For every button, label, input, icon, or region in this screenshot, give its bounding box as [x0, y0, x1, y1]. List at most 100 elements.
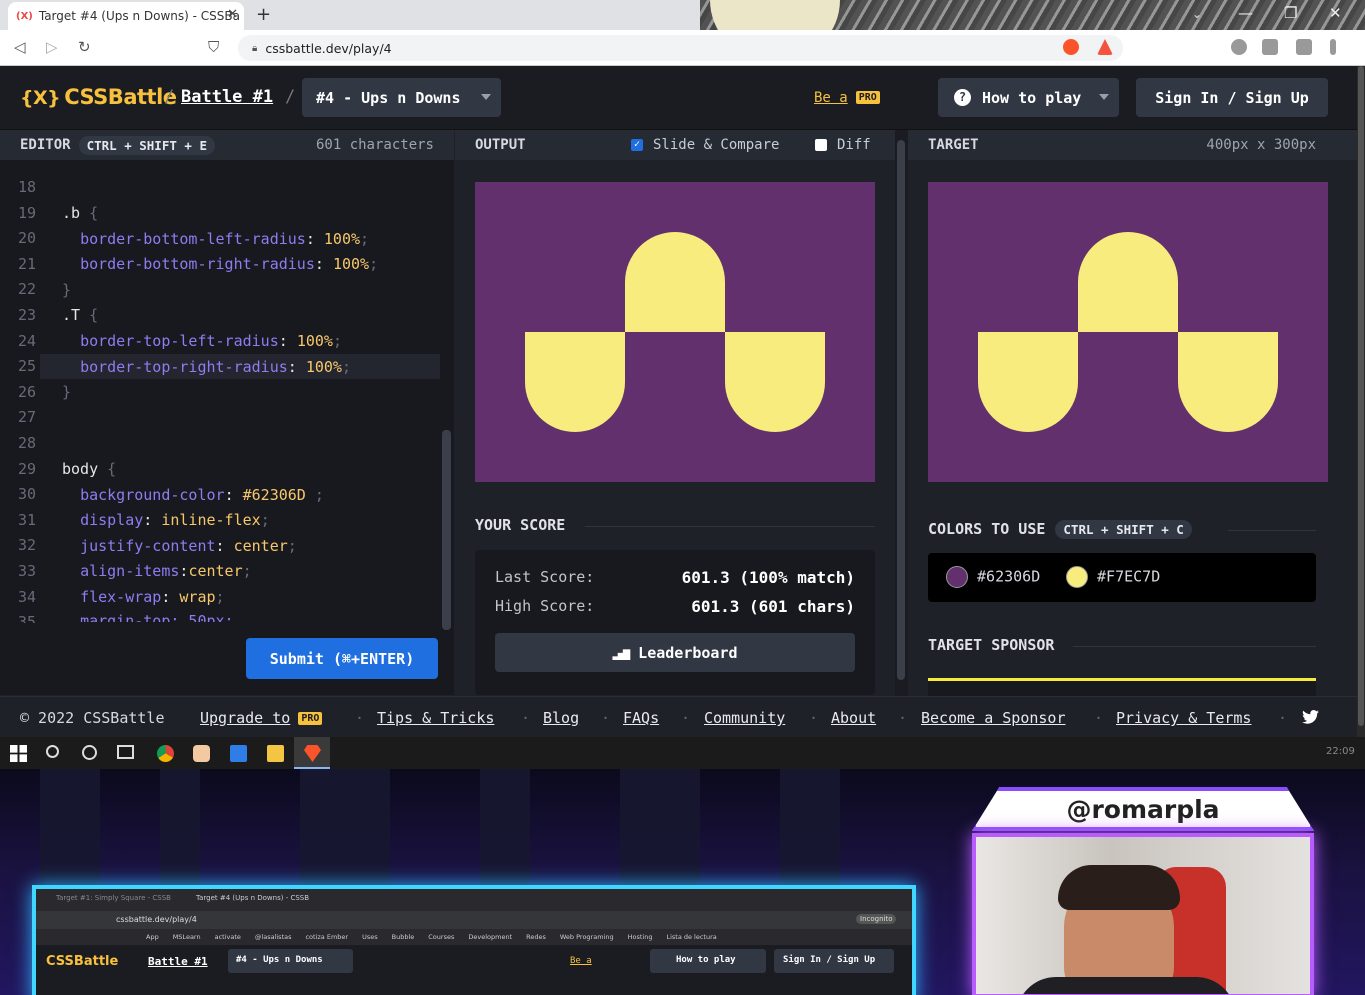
target-select-label: #4 - Ups n Downs: [316, 88, 461, 107]
leaderboard-button[interactable]: ▂▄▆ Leaderboard: [495, 633, 855, 672]
tab-search-icon[interactable]: ⌄: [1192, 7, 1202, 21]
footer-link-about[interactable]: About: [831, 709, 876, 727]
url-field[interactable]: 🔒︎ cssbattle.dev/play/4: [238, 35, 1123, 61]
target-image: [928, 182, 1328, 482]
top-navigation: {X} CSSBattle / Battle #1 / #4 - Ups n Do…: [0, 66, 1357, 130]
browser-tab-active[interactable]: (X) Target #4 (Ups n Downs) - CSSBa ✕: [8, 2, 244, 30]
code-line: body {: [62, 460, 117, 478]
upgrade-link[interactable]: Upgrade to PRO: [200, 709, 323, 727]
code-editor[interactable]: 18 19 20 21 22 23 24 25 26 27 28 29 30 31 32 33 34 35 .b …: [0, 160, 454, 695]
task-view-icon[interactable]: [117, 745, 134, 759]
mini-bookmark: Redes: [526, 933, 546, 941]
playlist-icon[interactable]: [1262, 39, 1278, 55]
cssbattle-logo[interactable]: {X} CSSBattle: [20, 85, 177, 109]
last-score-label: Last Score:: [495, 568, 595, 586]
line-number: 24: [17, 331, 36, 350]
help-icon: ?: [954, 89, 971, 106]
address-bar: ◁ ▷ ↻ ⛉ 🔒︎ cssbattle.dev/play/4: [0, 30, 1365, 66]
footer-link-sponsor[interactable]: Become a Sponsor: [921, 709, 1066, 727]
restore-icon[interactable]: ❐: [1284, 4, 1297, 22]
url-text: cssbattle.dev/play/4: [265, 40, 392, 56]
tab-strip: (X) Target #4 (Ups n Downs) - CSSBa ✕ + …: [0, 0, 1365, 30]
menu-icon[interactable]: [1330, 39, 1336, 55]
target-select[interactable]: #4 - Ups n Downs: [302, 78, 501, 117]
footer-link-tips[interactable]: Tips & Tricks: [377, 709, 494, 727]
lock-icon: 🔒︎: [252, 42, 258, 54]
submit-button[interactable]: Submit (⌘+ENTER): [246, 638, 438, 679]
code-line: border-bottom-left-radius: 100%;: [80, 230, 370, 248]
line-number: 31: [17, 510, 36, 529]
cortana-icon[interactable]: [82, 745, 97, 760]
line-number: 33: [17, 562, 36, 580]
column-divider[interactable]: [895, 130, 908, 737]
code-line: align-items:center;: [80, 562, 252, 580]
output-header: OUTPUT ✓ Slide & Compare Diff: [455, 130, 895, 160]
footer-link-privacy[interactable]: Privacy & Terms: [1116, 709, 1251, 727]
streamer-shirt: [1016, 977, 1236, 994]
breadcrumb-separator: /: [285, 87, 296, 107]
footer-dot: ·: [681, 709, 691, 727]
mini-bookmarks-bar: App MSLearn activate @lasalistas cotiza Embe…: [36, 929, 912, 945]
close-window-icon[interactable]: ✕: [1329, 4, 1342, 22]
mini-nav: CSSBattle Battle #1 #4 - Ups n Downs Be …: [36, 945, 912, 995]
output-title: OUTPUT: [475, 137, 526, 153]
code-line: margin-top: 50px;: [80, 612, 234, 622]
slide-compare-label: Slide & Compare: [653, 137, 780, 153]
chrome-icon[interactable]: [157, 745, 174, 762]
page-scroll-thumb[interactable]: [1358, 66, 1364, 726]
divider-scroll-thumb[interactable]: [897, 140, 905, 680]
editor-title: EDITOR: [20, 137, 71, 153]
bookmark-icon[interactable]: ⛉: [208, 38, 219, 56]
extensions-icon[interactable]: [1231, 39, 1247, 55]
line-number: 23: [17, 306, 36, 324]
target-header: TARGET 400px x 300px: [908, 130, 1357, 160]
wallet-icon[interactable]: [1296, 39, 1312, 55]
mini-bookmark: Courses: [428, 933, 455, 941]
color-hex: #62306D: [977, 567, 1041, 586]
close-tab-icon[interactable]: ✕: [227, 7, 238, 22]
file-explorer-icon[interactable]: [267, 745, 284, 762]
color-chip-purple[interactable]: #62306D: [946, 566, 1040, 588]
new-tab-icon[interactable]: +: [256, 4, 271, 25]
colors-title-text: COLORS TO USE: [928, 520, 1046, 538]
footer-link-community[interactable]: Community: [704, 709, 785, 727]
sign-in-button[interactable]: Sign In / Sign Up: [1136, 78, 1328, 117]
back-icon[interactable]: ◁: [14, 38, 26, 56]
logo-mark-icon: {X}: [20, 87, 61, 109]
tab-title: Target #4 (Ups n Downs) - CSSBa: [38, 9, 240, 23]
search-icon[interactable]: [46, 745, 59, 758]
slide-compare-toggle[interactable]: ✓ Slide & Compare: [631, 137, 779, 153]
output-canvas[interactable]: [475, 182, 875, 482]
target-shape-top-middle: [1078, 232, 1178, 332]
target-sponsor-title: TARGET SPONSOR: [928, 636, 1055, 654]
line-number: 21: [17, 254, 36, 273]
swatch-purple-icon: [946, 566, 968, 588]
forward-icon[interactable]: ▷: [46, 38, 58, 56]
brave-shields-icon[interactable]: [1063, 39, 1079, 55]
code-line: .b {: [62, 204, 99, 222]
mini-bookmark: Web Programing: [559, 933, 614, 941]
editor-scrollbar[interactable]: [442, 430, 451, 630]
footer-link-blog[interactable]: Blog: [543, 709, 579, 727]
diff-toggle[interactable]: Diff: [815, 137, 871, 153]
reload-icon[interactable]: ↻: [78, 38, 91, 56]
app-icon[interactable]: [193, 745, 210, 762]
output-shape-top-middle: [625, 232, 725, 332]
swatch-yellow-icon: [1066, 566, 1088, 588]
twitter-icon[interactable]: [1302, 710, 1319, 724]
how-to-play-button[interactable]: ? How to play: [938, 78, 1119, 117]
be-a-pro-link[interactable]: Be a PRO: [814, 90, 880, 106]
page-scrollbar[interactable]: [1357, 66, 1365, 737]
line-number: 20: [17, 229, 36, 248]
battle-link[interactable]: Battle #1: [181, 87, 273, 107]
leaderboard-label: Leaderboard: [638, 643, 738, 662]
minimize-icon[interactable]: —: [1238, 4, 1253, 22]
store-icon[interactable]: [230, 745, 247, 762]
streamer-handle: @romarpla: [972, 787, 1314, 831]
line-number: 29: [17, 459, 36, 478]
color-chip-yellow[interactable]: #F7EC7D: [1066, 566, 1160, 588]
editor-header: EDITOR CTRL + SHIFT + E 601 characters: [0, 130, 454, 160]
diff-checkbox[interactable]: [815, 139, 827, 151]
slide-compare-checkbox[interactable]: ✓: [631, 139, 643, 151]
footer-link-faqs[interactable]: FAQs: [623, 709, 659, 727]
